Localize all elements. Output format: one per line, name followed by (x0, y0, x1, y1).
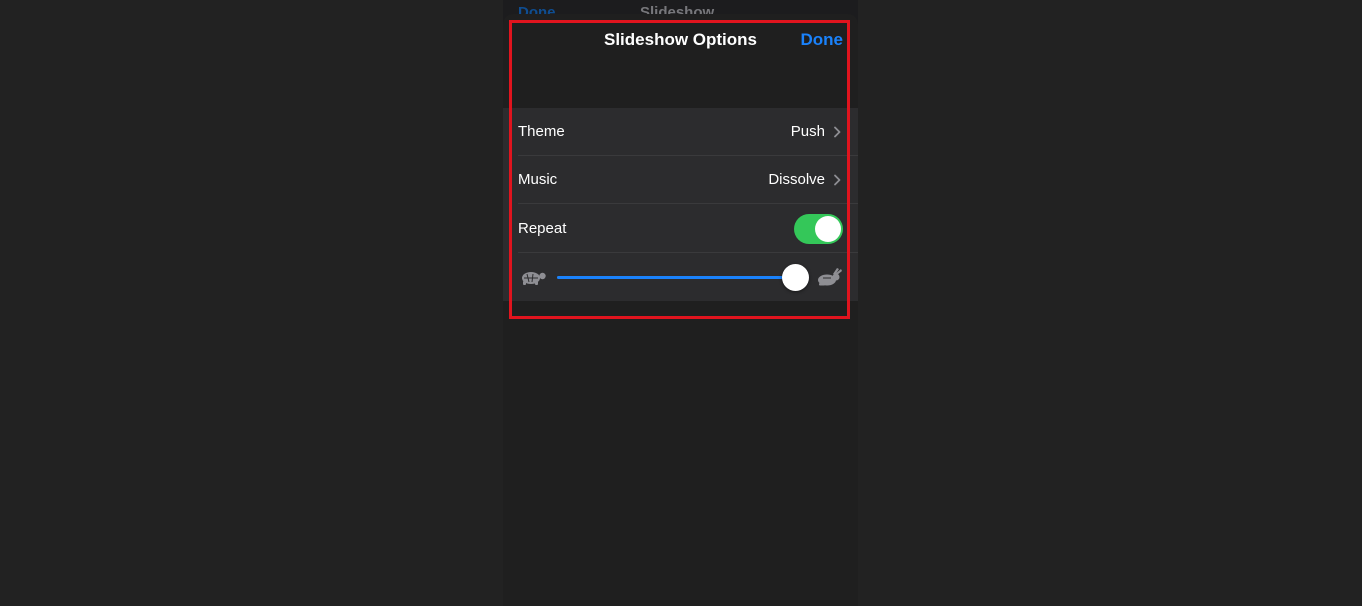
background-nav-bar: Done Slideshow (503, 0, 858, 21)
speed-slider-thumb[interactable] (781, 264, 809, 291)
music-value: Dissolve (768, 171, 825, 188)
speed-slider-fill (557, 276, 795, 279)
repeat-toggle[interactable] (794, 214, 843, 244)
theme-label: Theme (518, 123, 565, 140)
speed-slider[interactable] (557, 264, 809, 291)
music-label: Music (518, 171, 558, 188)
speed-slider-row (503, 253, 858, 301)
phone-screen: Done Slideshow Slideshow Options Done Th… (503, 0, 858, 606)
chevron-right-icon (834, 174, 841, 186)
turtle-icon (522, 272, 546, 285)
chevron-right-icon (834, 126, 841, 138)
rabbit-icon (818, 268, 842, 286)
theme-row[interactable]: Theme Push (503, 108, 858, 156)
theme-value: Push (790, 123, 825, 140)
slideshow-options-sheet: Slideshow Options Done Theme Push Music … (503, 14, 858, 606)
options-group: Theme Push Music Dissolve Repeat (503, 108, 858, 301)
toggle-knob (815, 216, 841, 242)
repeat-label: Repeat (518, 220, 567, 237)
repeat-row: Repeat (503, 205, 858, 253)
music-row[interactable]: Music Dissolve (503, 156, 858, 204)
divider (518, 203, 858, 204)
done-button[interactable]: Done (801, 30, 844, 50)
